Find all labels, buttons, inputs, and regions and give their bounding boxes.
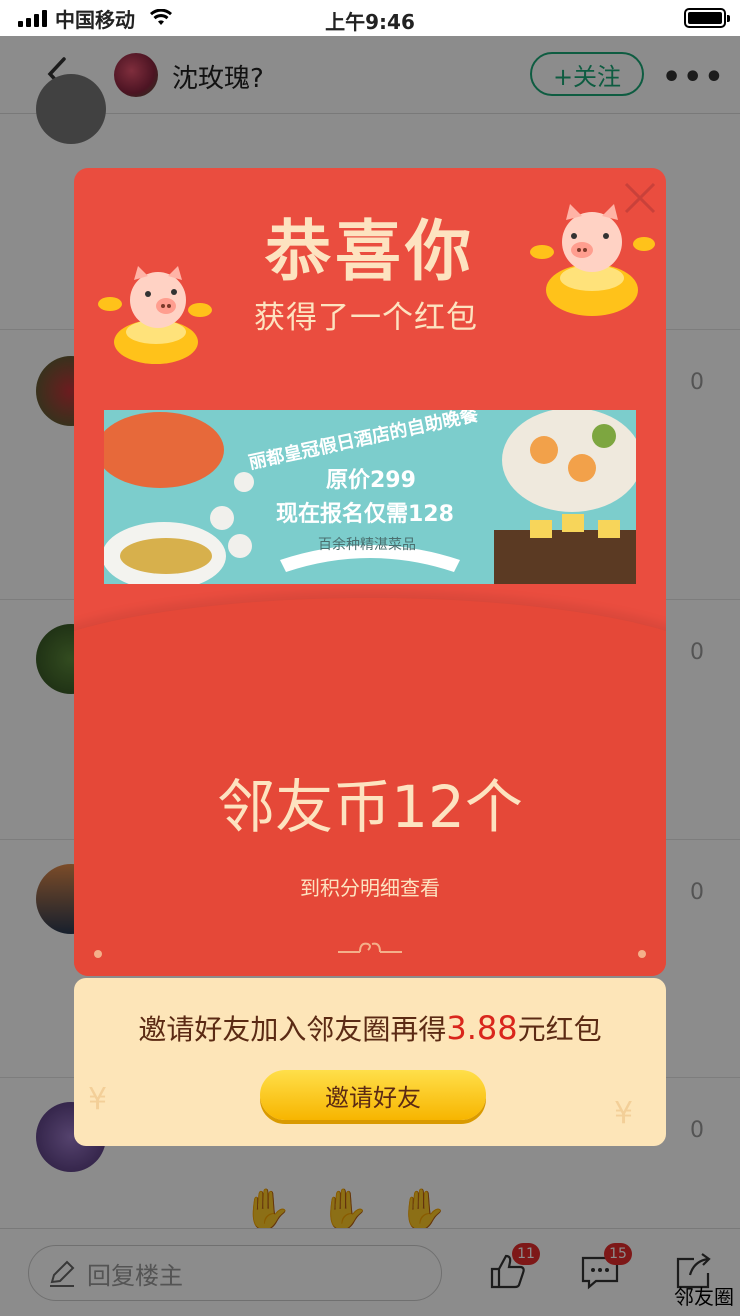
- ornament-dot: [94, 950, 102, 958]
- promo-banner[interactable]: 丽都皇冠假日酒店的自助晚餐 原价299 现在报名仅需128 百余种精湛菜品: [104, 410, 636, 584]
- banner-sale-price: 现在报名仅需128: [276, 502, 454, 527]
- invite-bonus-amount: 3.88: [446, 1009, 518, 1047]
- pig-mascot-icon: [98, 266, 212, 364]
- battery-icon: [684, 8, 730, 28]
- clock: 上午9:46: [325, 10, 415, 34]
- invite-friends-button[interactable]: 邀请好友: [260, 1070, 486, 1120]
- brand-watermark: 邻友圈: [674, 1285, 734, 1309]
- swirl-ornament-icon: [338, 942, 402, 953]
- money-bag-icon: ¥: [88, 1082, 108, 1117]
- ornament-dot: [638, 950, 646, 958]
- reward-amount: 邻友币12个: [217, 773, 523, 841]
- dialog-subtitle: 获得了一个红包: [254, 300, 478, 336]
- red-packet-dialog: 恭喜你 获得了一个红包 丽都皇冠假日酒店的自助晚餐 原价299 现在报名仅需12…: [74, 168, 666, 976]
- points-detail-link[interactable]: 到积分明细查看: [74, 872, 666, 901]
- coin-icon: ¥: [614, 1096, 634, 1131]
- invite-panel: ¥ ¥ 邀请好友加入邻友圈再得3.88元红包 邀请好友: [74, 978, 666, 1146]
- invite-message: 邀请好友加入邻友圈再得3.88元红包: [138, 1009, 602, 1047]
- banner-original-price: 原价299: [326, 468, 416, 493]
- banner-ribbon-text: 百余种精湛菜品: [318, 537, 416, 553]
- status-bar: 中国移动 上午9:46: [0, 0, 740, 36]
- pig-mascot-icon: [530, 204, 655, 316]
